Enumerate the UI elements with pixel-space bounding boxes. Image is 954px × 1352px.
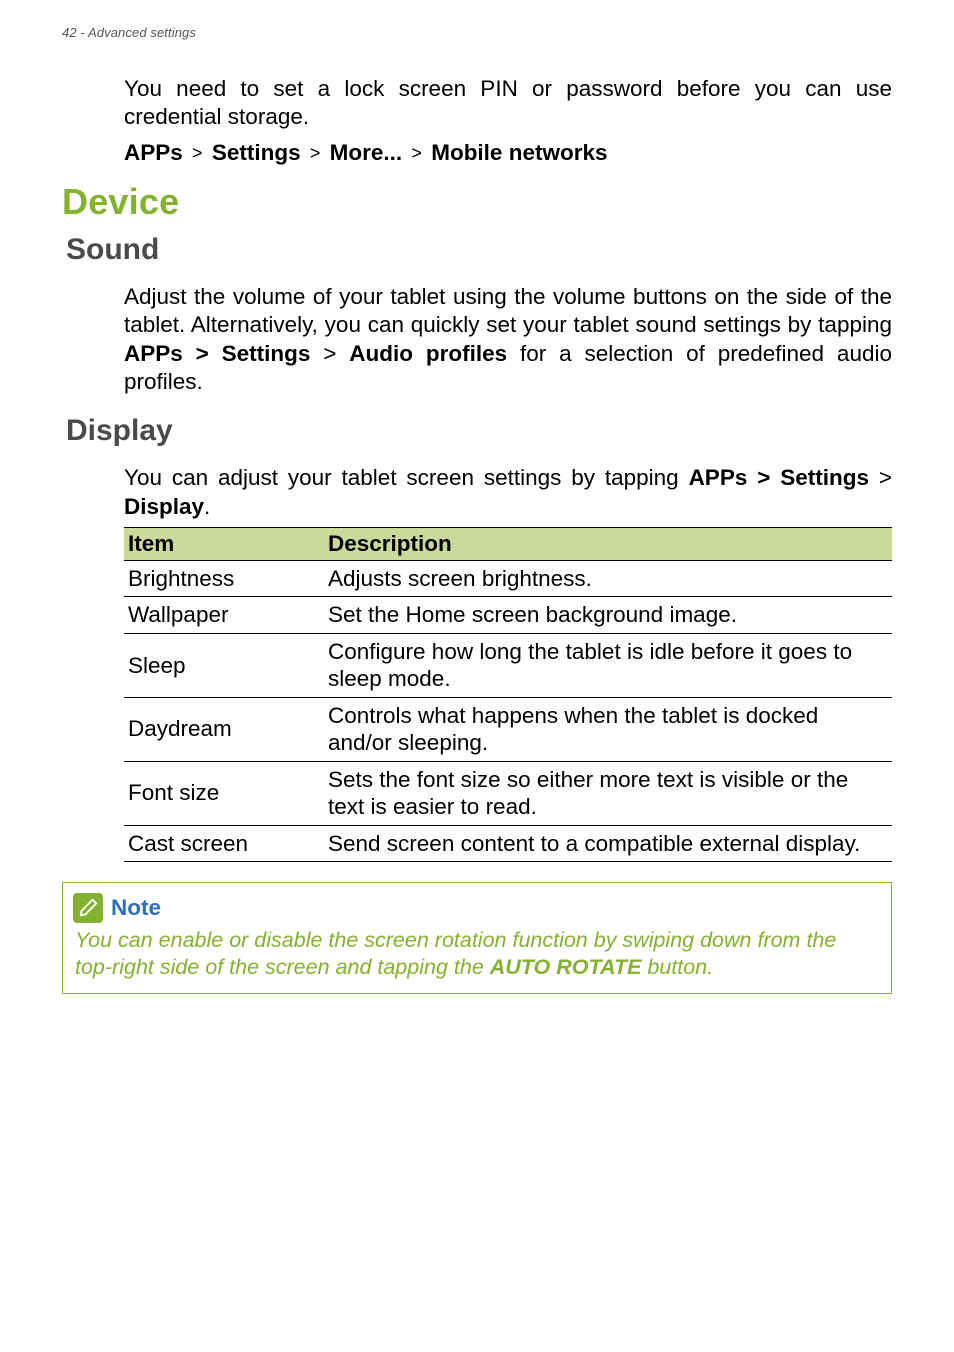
crumb-more: More... <box>330 140 403 165</box>
bold-text: AUTO ROTATE <box>490 955 642 979</box>
table-row: Daydream Controls what happens when the … <box>124 697 892 761</box>
table-row: Sleep Configure how long the tablet is i… <box>124 633 892 697</box>
page-header: 42 - Advanced settings <box>62 25 892 40</box>
bold-text: APPs > Settings <box>124 341 310 366</box>
heading-display: Display <box>62 414 892 448</box>
breadcrumb: APPs > Settings > More... > Mobile netwo… <box>124 138 892 167</box>
text: You can enable or disable the screen rot… <box>75 928 836 979</box>
bold-text: Audio profiles <box>349 341 507 366</box>
sound-paragraph: Adjust the volume of your tablet using t… <box>124 283 892 396</box>
text: Adjust the volume of your tablet using t… <box>124 284 892 337</box>
display-settings-table: Item Description Brightness Adjusts scre… <box>124 527 892 862</box>
page: 42 - Advanced settings You need to set a… <box>0 0 954 1352</box>
text: button. <box>641 955 713 979</box>
intro-block: You need to set a lock screen PIN or pas… <box>62 75 892 167</box>
chevron-right-icon: > <box>192 143 203 163</box>
cell-item: Font size <box>124 761 324 825</box>
cell-desc: Send screen content to a compatible exte… <box>324 825 892 861</box>
sound-block: Adjust the volume of your tablet using t… <box>62 283 892 396</box>
bold-text: Display <box>124 494 204 519</box>
th-item: Item <box>124 528 324 561</box>
cell-desc: Configure how long the tablet is idle be… <box>324 633 892 697</box>
cell-item: Brightness <box>124 561 324 597</box>
table-row: Font size Sets the font size so either m… <box>124 761 892 825</box>
th-description: Description <box>324 528 892 561</box>
cell-desc: Adjusts screen brightness. <box>324 561 892 597</box>
note-header: Note <box>75 893 879 923</box>
table-header-row: Item Description <box>124 528 892 561</box>
chevron-right-icon: > <box>310 143 321 163</box>
cell-desc: Sets the font size so either more text i… <box>324 761 892 825</box>
bold-text: APPs > Settings <box>689 465 869 490</box>
text: > <box>310 341 349 366</box>
table-row: Brightness Adjusts screen brightness. <box>124 561 892 597</box>
text: You can adjust your tablet screen settin… <box>124 465 689 490</box>
heading-device: Device <box>62 181 892 223</box>
cell-item: Cast screen <box>124 825 324 861</box>
note-icon <box>73 893 103 923</box>
display-block: You can adjust your tablet screen settin… <box>62 464 892 862</box>
table-row: Cast screen Send screen content to a com… <box>124 825 892 861</box>
text: . <box>204 494 210 519</box>
cell-item: Sleep <box>124 633 324 697</box>
crumb-apps: APPs <box>124 140 183 165</box>
heading-sound: Sound <box>62 233 892 267</box>
crumb-mobile-networks: Mobile networks <box>431 140 607 165</box>
cell-item: Daydream <box>124 697 324 761</box>
text: > <box>869 465 892 490</box>
crumb-settings: Settings <box>212 140 301 165</box>
cell-item: Wallpaper <box>124 597 324 633</box>
note-body: You can enable or disable the screen rot… <box>75 927 879 981</box>
note-title: Note <box>111 895 161 921</box>
cell-desc: Set the Home screen background image. <box>324 597 892 633</box>
display-paragraph: You can adjust your tablet screen settin… <box>124 464 892 521</box>
intro-paragraph: You need to set a lock screen PIN or pas… <box>124 75 892 132</box>
chevron-right-icon: > <box>411 143 422 163</box>
cell-desc: Controls what happens when the tablet is… <box>324 697 892 761</box>
table-row: Wallpaper Set the Home screen background… <box>124 597 892 633</box>
note-callout: Note You can enable or disable the scree… <box>62 882 892 994</box>
